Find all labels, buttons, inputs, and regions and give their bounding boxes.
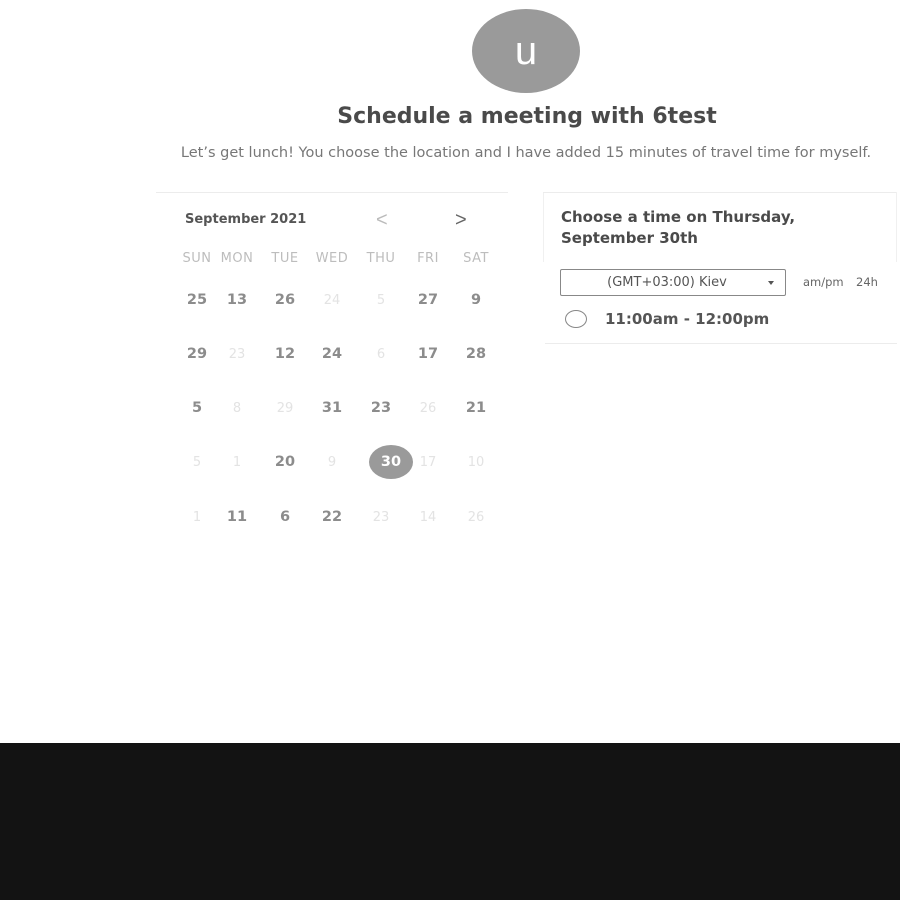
calendar-day[interactable]: 13 [215,283,259,317]
calendar-day[interactable]: 12 [263,337,307,371]
calendar-day[interactable]: 20 [263,445,307,479]
caret-down-icon [768,281,774,285]
calendar-day[interactable]: 27 [406,283,450,317]
calendar-day: 29 [276,400,294,416]
timezone-select[interactable]: (GMT+03:00) Kiev [560,269,786,296]
24h-format-toggle[interactable]: 24h [856,275,878,289]
panel-divider [543,192,544,262]
calendar-day: 23 [228,346,246,362]
calendar-day: 26 [467,509,485,525]
weekday-label: TUE [271,251,299,266]
calendar-day: 24 [323,292,341,308]
event-description: Let’s get lunch! You choose the location… [180,145,872,161]
page-title: Schedule a meeting with 6test [337,104,717,129]
calendar-day[interactable]: 23 [359,391,403,425]
calendar-day[interactable]: 21 [454,391,498,425]
footer-bar [0,743,900,900]
calendar-day[interactable]: 26 [263,283,307,317]
weekday-label: FRI [417,251,439,266]
calendar-day: 26 [419,400,437,416]
previous-month-button[interactable]: < [376,210,388,230]
calendar-day[interactable]: 5 [175,391,219,425]
calendar-day[interactable]: 22 [310,500,354,534]
weekday-label: THU [366,251,396,266]
time-slot-divider [545,343,897,344]
calendar-day: 17 [419,454,437,470]
calendar-day[interactable]: 11 [215,500,259,534]
radio-button[interactable] [565,310,587,328]
weekday-label: SAT [463,251,489,266]
calendar-day[interactable]: 17 [406,337,450,371]
calendar-day: 14 [419,509,437,525]
time-picker-heading: Choose a time on Thursday, September 30t… [561,208,796,247]
time-panel-top-border [543,192,897,193]
calendar-day: 5 [376,292,386,308]
calendar-day[interactable]: 29 [175,337,219,371]
host-avatar: u [472,9,580,93]
calendar-day: 10 [467,454,485,470]
weekday-label: WED [315,251,349,266]
next-month-button[interactable]: > [455,210,467,230]
time-slot-label: 11:00am - 12:00pm [605,310,770,328]
weekday-label: MON [220,251,254,266]
time-slot-option[interactable]: 11:00am - 12:00pm [565,310,769,328]
calendar-top-divider [156,192,508,193]
timezone-value: (GMT+03:00) Kiev [607,275,727,290]
ampm-format-toggle[interactable]: am/pm [803,275,844,289]
calendar-month-label: September 2021 [185,212,307,227]
calendar-day: 8 [232,400,242,416]
time-panel-right-border [896,192,897,262]
calendar-day: 1 [192,509,202,525]
calendar-day: 6 [376,346,386,362]
calendar-day[interactable]: 31 [310,391,354,425]
calendar-day[interactable]: 9 [454,283,498,317]
calendar-day: 5 [192,454,202,470]
calendar-day: 9 [327,454,337,470]
calendar-day[interactable]: 25 [175,283,219,317]
calendar-day[interactable]: 6 [263,500,307,534]
calendar-day[interactable]: 28 [454,337,498,371]
calendar-day: 23 [372,509,390,525]
calendar-day[interactable]: 24 [310,337,354,371]
calendar-day: 1 [232,454,242,470]
